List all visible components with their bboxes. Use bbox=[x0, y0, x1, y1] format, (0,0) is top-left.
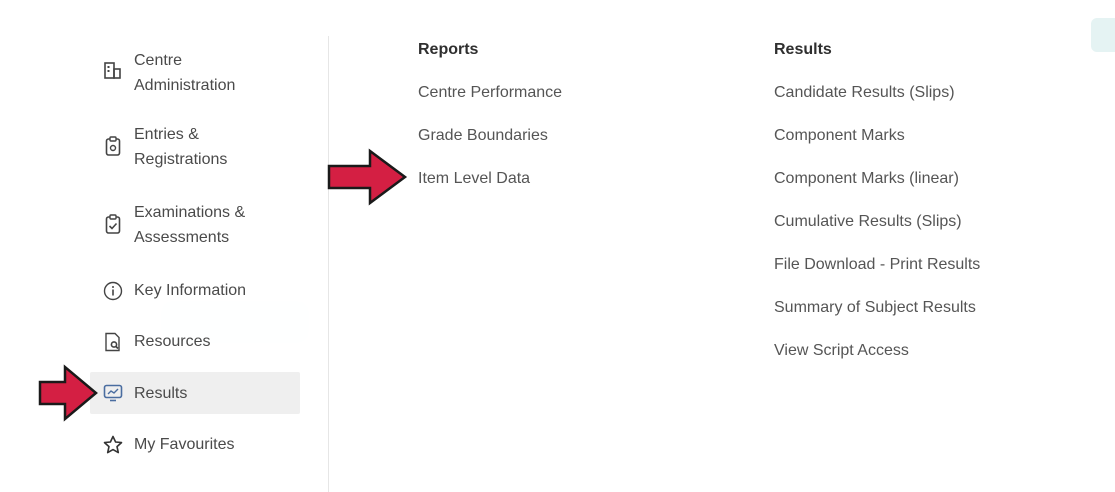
link-candidate-results-slips[interactable]: Candidate Results (Slips) bbox=[774, 84, 955, 102]
sidebar-item-label: Key Information bbox=[134, 282, 247, 299]
link-component-marks[interactable]: Component Marks bbox=[774, 127, 905, 145]
document-search-icon bbox=[102, 331, 124, 353]
sidebar-item-label: Centre Administration bbox=[134, 52, 236, 94]
reports-heading: Reports bbox=[418, 41, 479, 58]
sidebar-item-entries-registrations[interactable]: Entries & Registrations bbox=[90, 122, 300, 172]
link-cumulative-results-slips[interactable]: Cumulative Results (Slips) bbox=[774, 213, 962, 231]
link-summary-of-subject-results[interactable]: Summary of Subject Results bbox=[774, 299, 976, 317]
sidebar-item-my-favourites[interactable]: My Favourites bbox=[90, 432, 300, 457]
sidebar-item-label: My Favourites bbox=[134, 436, 235, 453]
sidebar-item-centre-administration[interactable]: Centre Administration bbox=[90, 48, 300, 98]
sidebar-item-resources[interactable]: Resources bbox=[90, 329, 300, 354]
results-mega-menu: Centre Administration Entries & Registra… bbox=[60, 0, 1060, 492]
link-component-marks-linear[interactable]: Component Marks (linear) bbox=[774, 170, 959, 188]
star-icon bbox=[102, 434, 124, 456]
link-item-level-data[interactable]: Item Level Data bbox=[418, 170, 530, 188]
clipboard-icon bbox=[102, 135, 124, 157]
link-view-script-access[interactable]: View Script Access bbox=[774, 342, 909, 360]
results-heading: Results bbox=[774, 41, 832, 58]
sidebar-item-key-information[interactable]: Key Information bbox=[90, 278, 300, 303]
sidebar-item-label: Examinations & Assessments bbox=[134, 204, 246, 246]
arrow-to-results bbox=[38, 364, 98, 422]
link-centre-performance[interactable]: Centre Performance bbox=[418, 84, 562, 102]
menu-divider bbox=[328, 36, 329, 492]
info-icon bbox=[102, 280, 124, 302]
arrow-to-item-level-data bbox=[327, 148, 408, 206]
monitor-chart-icon bbox=[102, 382, 124, 404]
bg-corner-tab bbox=[1091, 18, 1115, 52]
clipboard-check-icon bbox=[102, 213, 124, 235]
sidebar-item-label: Results bbox=[134, 384, 188, 402]
building-icon bbox=[102, 59, 124, 81]
sidebar-item-label: Resources bbox=[134, 333, 211, 350]
sidebar-item-label: Entries & Registrations bbox=[134, 126, 228, 168]
sidebar-item-examinations-assessments[interactable]: Examinations & Assessments bbox=[90, 200, 300, 250]
link-grade-boundaries[interactable]: Grade Boundaries bbox=[418, 127, 548, 145]
link-file-download-print-results[interactable]: File Download - Print Results bbox=[774, 256, 980, 274]
sidebar-item-results[interactable]: Results bbox=[90, 372, 300, 414]
